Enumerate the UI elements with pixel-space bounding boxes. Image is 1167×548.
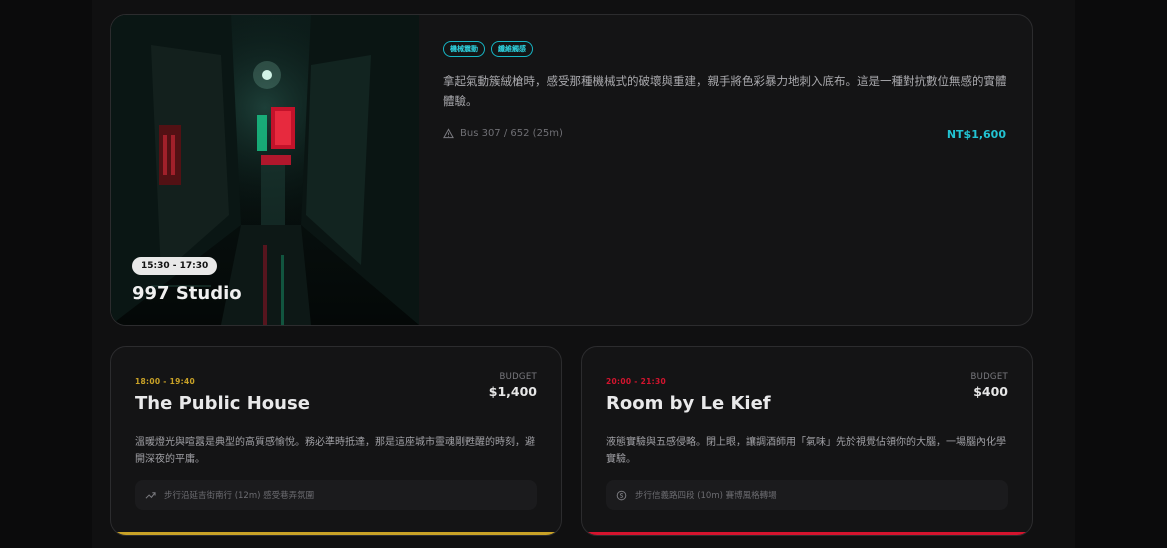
tag-mechanical[interactable]: 機械震動 — [443, 41, 485, 57]
card-description: 液態實驗與五感侵略。閉上眼，讓調酒師用「氣味」先於視覺佔領你的大腦，一場腦內化學… — [606, 437, 1006, 465]
coin-icon — [616, 490, 627, 501]
trending-up-icon — [145, 490, 156, 501]
price: NT$1,600 — [946, 128, 1006, 141]
route-info: 步行信義路四段 (10m) 賽博風格轉場 — [606, 480, 1008, 510]
venue-photo: 15:30 - 17:30 997 Studio — [111, 15, 419, 325]
warning-triangle-icon — [443, 128, 454, 139]
venue-description: 拿起氣動簇絨槍時，感受那種機械式的破壞與重建，親手將色彩暴力地刺入底布。這是一種… — [443, 74, 1007, 108]
tag-list: 機械震動 纖維觸感 — [443, 41, 533, 57]
itinerary-card-le-kief[interactable]: 20:00 - 21:30 Room by Le Kief BUDGET $40… — [581, 346, 1033, 536]
route-info: 步行沿延吉街南行 (12m) 感受巷弄氛圍 — [135, 480, 537, 510]
time-range: 20:00 - 21:30 — [606, 377, 666, 386]
route-text: 步行沿延吉街南行 (12m) 感受巷弄氛圍 — [164, 491, 315, 501]
card-title: Room by Le Kief — [606, 393, 771, 414]
route-text: 步行信義路四段 (10m) 賽博風格轉場 — [635, 491, 777, 501]
card-title: The Public House — [135, 393, 310, 414]
budget-value: $400 — [973, 384, 1008, 399]
transit-info: Bus 307 / 652 (25m) — [443, 128, 563, 139]
budget-value: $1,400 — [488, 384, 537, 399]
time-range: 18:00 - 19:40 — [135, 377, 195, 386]
itinerary-card-public-house[interactable]: 18:00 - 19:40 The Public House BUDGET $1… — [110, 346, 562, 536]
budget-label: BUDGET — [970, 372, 1008, 382]
budget-label: BUDGET — [499, 372, 537, 382]
time-badge: 15:30 - 17:30 — [132, 257, 218, 275]
tag-fiber[interactable]: 纖維觸感 — [491, 41, 533, 57]
card-description: 溫暖燈光與喧囂是典型的高質感愉悅。務必準時抵達，那是這座城市靈魂剛甦醒的時刻，避… — [135, 437, 535, 465]
transit-text: Bus 307 / 652 (25m) — [460, 128, 563, 139]
venue-title: 997 Studio — [132, 283, 242, 304]
featured-venue-card[interactable]: 15:30 - 17:30 997 Studio 機械震動 纖維觸感 拿起氣動簇… — [110, 14, 1033, 326]
accent-bar — [582, 532, 1032, 535]
accent-bar — [111, 532, 561, 535]
